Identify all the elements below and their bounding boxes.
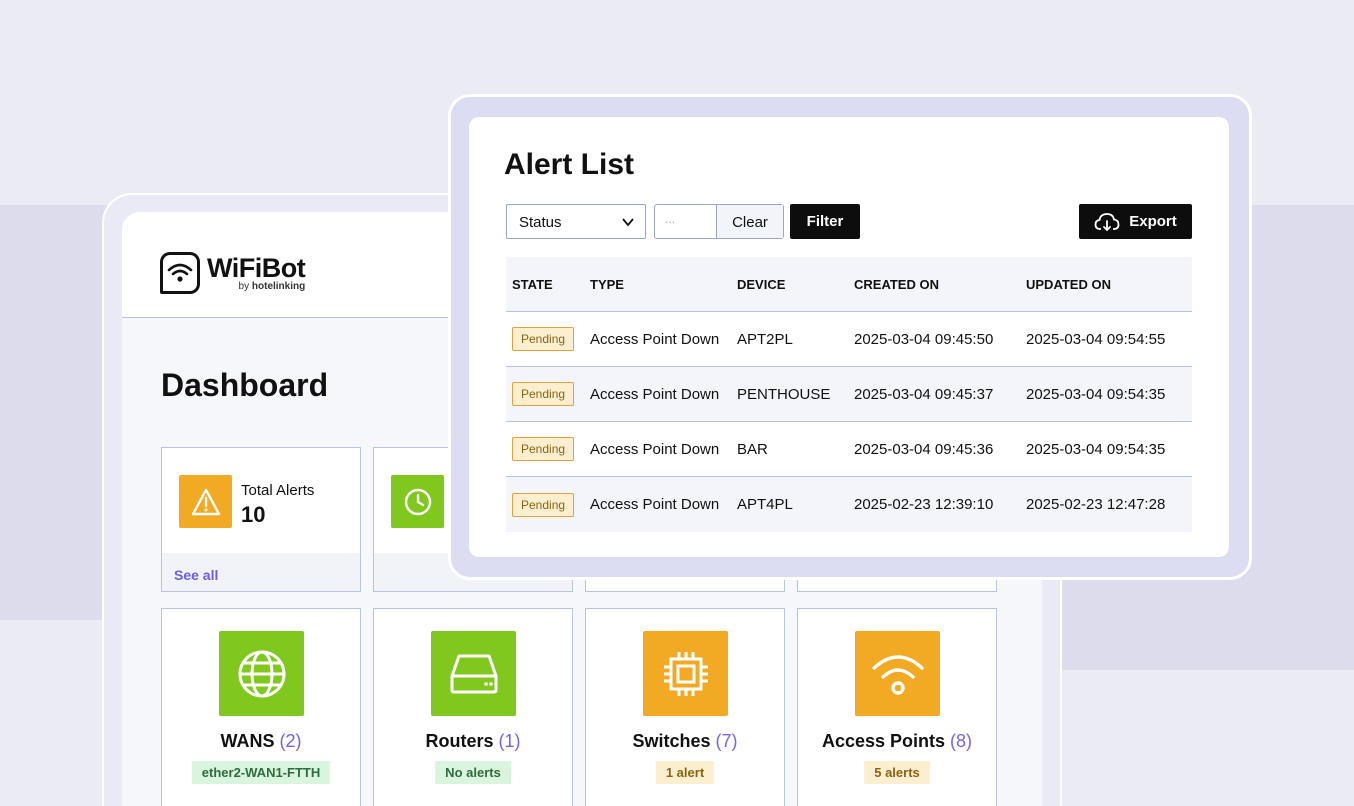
filter-button[interactable]: Filter — [790, 204, 860, 239]
status-select[interactable]: Status — [506, 204, 646, 239]
column-header[interactable]: STATE — [512, 257, 553, 311]
table-row[interactable]: Pending Access Point Down PENTHOUSE 2025… — [506, 367, 1192, 422]
alert-created: 2025-02-23 12:39:10 — [854, 496, 994, 513]
device-name: Routers (1) — [425, 731, 521, 751]
total-alerts-card: Total Alerts 10 See all — [161, 447, 361, 592]
device-status-tag: 1 alert — [655, 761, 715, 784]
alert-type: Access Point Down — [590, 496, 720, 513]
alert-type: Access Point Down — [590, 385, 720, 403]
table-row[interactable]: Pending Access Point Down BAR 2025-03-04… — [506, 422, 1192, 477]
alert-device: BAR — [737, 440, 768, 458]
device-card-wans[interactable]: WANS (2) ether2-WAN1-FTTH — [161, 608, 361, 806]
alert-device: APT4PL — [737, 496, 793, 513]
date-filter-group: ... Clear — [654, 204, 784, 239]
device-name: Access Points (8) — [821, 731, 973, 751]
device-card-access-points[interactable]: Access Points (8) 5 alerts — [797, 608, 997, 806]
device-status-tag: No alerts — [435, 761, 511, 784]
clock-icon — [391, 475, 444, 528]
alerts-table: STATE TYPE DEVICE CREATED ON UPDATED ON … — [506, 257, 1192, 532]
clear-button[interactable]: Clear — [717, 205, 783, 238]
wifibot-logo[interactable]: WiFiBot by hotelinking — [160, 252, 306, 294]
logo-wifi-icon — [160, 252, 200, 294]
chip-icon — [643, 631, 728, 716]
date-input[interactable]: ... — [655, 205, 717, 238]
cloud-download-icon — [1094, 212, 1120, 231]
total-alerts-value: 10 — [241, 502, 266, 527]
state-badge: Pending — [512, 327, 575, 351]
column-header[interactable]: UPDATED ON — [1026, 257, 1111, 311]
device-card-routers[interactable]: Routers (1) No alerts — [373, 608, 573, 806]
table-row[interactable]: Pending Access Point Down APT4PL 2025-02… — [506, 477, 1192, 532]
column-header[interactable]: TYPE — [590, 257, 624, 311]
alert-created: 2025-03-04 09:45:50 — [854, 330, 994, 348]
alert-list-title: Alert List — [504, 148, 635, 181]
device-card-switches[interactable]: Switches (7) 1 alert — [585, 608, 785, 806]
alert-updated: 2025-02-23 12:47:28 — [1026, 496, 1166, 513]
column-header[interactable]: DEVICE — [737, 257, 785, 311]
state-badge: Pending — [512, 382, 575, 406]
table-row[interactable]: Pending Access Point Down APT2PL 2025-03… — [506, 312, 1192, 367]
page-title: Dashboard — [161, 367, 329, 403]
logo-name: WiFiBot — [207, 253, 306, 283]
wifi-icon — [855, 631, 940, 716]
router-icon — [431, 631, 516, 716]
state-badge: Pending — [512, 492, 575, 517]
alert-updated: 2025-03-04 09:54:55 — [1026, 330, 1166, 348]
alert-updated: 2025-03-04 09:54:35 — [1026, 385, 1166, 403]
alert-device: APT2PL — [737, 330, 793, 348]
device-status-tag: ether2-WAN1-FTTH — [191, 761, 331, 784]
column-header[interactable]: CREATED ON — [854, 257, 939, 311]
device-status-tag: 5 alerts — [864, 761, 930, 784]
warning-icon — [179, 475, 232, 528]
alert-created: 2025-03-04 09:45:36 — [854, 440, 994, 458]
alert-type: Access Point Down — [590, 330, 720, 348]
total-alerts-label: Total Alerts — [241, 482, 315, 499]
globe-icon — [219, 631, 304, 716]
alert-device: PENTHOUSE — [737, 385, 831, 403]
table-header: STATE TYPE DEVICE CREATED ON UPDATED ON — [506, 257, 1192, 312]
device-name: WANS (2) — [220, 731, 302, 751]
export-button[interactable]: Export — [1079, 204, 1192, 239]
alert-list-panel: Alert List Status ... Clear Filter Expor… — [469, 117, 1229, 557]
alert-created: 2025-03-04 09:45:37 — [854, 385, 994, 403]
device-name: Switches (7) — [632, 731, 738, 751]
alert-type: Access Point Down — [590, 440, 720, 458]
chevron-down-icon — [622, 218, 634, 227]
state-badge: Pending — [512, 437, 575, 461]
alert-updated: 2025-03-04 09:54:35 — [1026, 440, 1166, 458]
see-all-link[interactable]: See all — [174, 567, 218, 583]
